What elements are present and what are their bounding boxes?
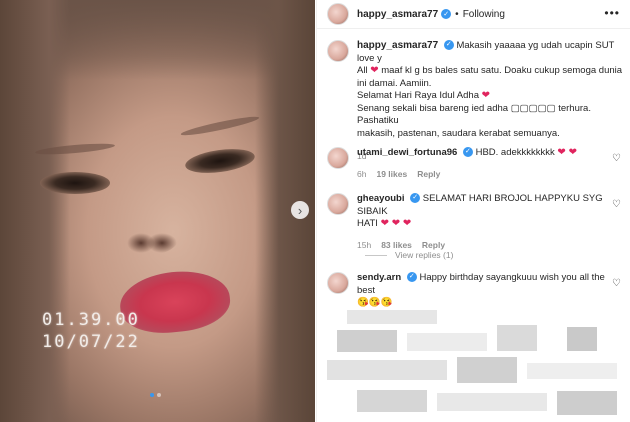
heart-emoji-icon: ❤ [481, 90, 491, 101]
following-button[interactable]: Following [463, 9, 505, 20]
verified-badge-icon: ✓ [462, 147, 473, 158]
carousel-dots [150, 393, 161, 397]
like-heart-icon[interactable]: ♡ [612, 199, 621, 210]
commenter-username[interactable]: gheayoubi [357, 193, 405, 204]
caption-line-5: Senang sekali bisa bareng ied adha ▢▢▢▢▢… [357, 102, 591, 127]
comment-item: sendy.arn ✓ Happy birthday sayangkuuu wi… [327, 272, 625, 310]
heart-emoji-icon: ❤ [370, 65, 379, 76]
blur-block [327, 360, 447, 380]
author-username[interactable]: happy_asmara77 [357, 9, 438, 20]
comment-text-2: HATI [357, 218, 378, 229]
verified-badge-icon: ✓ [406, 272, 417, 283]
photo-nose [120, 215, 180, 255]
heart-emoji-icon: ❤ ❤ [557, 147, 577, 158]
blur-block [357, 390, 427, 412]
photo-time-stamp: 01.39.00 [42, 310, 140, 330]
post-header: happy_asmara77 ✓ • Following ••• [317, 0, 630, 29]
comment-time: 6h [357, 168, 367, 179]
view-replies-line [365, 254, 387, 256]
photo-date-stamp: 10/07/22 [42, 332, 140, 352]
post-photo[interactable]: 01.39.00 10/07/22 › [0, 0, 315, 422]
photo-brow-right [180, 113, 260, 139]
photo-eye-right [183, 145, 257, 177]
comment-likes[interactable]: 19 likes [376, 168, 407, 181]
caption-username[interactable]: happy_asmara77 [357, 40, 438, 51]
commenter-avatar[interactable] [327, 193, 349, 215]
caption-line-2b: maaf kl g bs bales satu satu. Doaku cuku… [381, 65, 623, 76]
carousel-dot-active [150, 393, 154, 397]
like-heart-icon[interactable]: ♡ [612, 153, 621, 164]
caption-line-6: makasih, pastenan, saudara kerabat semua… [357, 127, 560, 139]
author-avatar[interactable] [327, 3, 349, 25]
heart-emoji-icon: ❤ ❤ ❤ [380, 218, 412, 229]
verified-badge-icon: ✓ [410, 193, 421, 204]
verified-badge-icon: ✓ [441, 9, 452, 19]
view-replies-label: View replies (1) [395, 250, 454, 260]
reply-button[interactable]: Reply [417, 168, 440, 181]
blur-block [527, 363, 617, 379]
comment-text: HBD. adekkkkkkkk [475, 147, 555, 158]
more-options-icon[interactable]: ••• [604, 6, 620, 20]
censored-blur-area [317, 305, 630, 422]
commenter-avatar[interactable] [327, 147, 349, 169]
commenter-avatar[interactable] [327, 272, 349, 294]
blur-block [497, 325, 537, 351]
blur-block [437, 393, 547, 411]
blur-block [567, 327, 597, 351]
photo-eye-left [40, 172, 110, 194]
commenter-username[interactable]: utami_dewi_fortuna96 [357, 147, 457, 158]
caption-line-3: ini damai. Aamiin. [357, 77, 432, 89]
commenter-username[interactable]: sendy.arn [357, 272, 401, 283]
like-heart-icon[interactable]: ♡ [612, 278, 621, 289]
caption-line-2: All [357, 65, 368, 76]
view-replies-button[interactable]: View replies (1) [365, 250, 453, 260]
verified-badge-icon: ✓ [443, 40, 454, 51]
blur-block [337, 330, 397, 352]
header-separator: • [455, 8, 459, 20]
comment-item: gheayoubi ✓ SELAMAT HARI BROJOL HAPPYKU … [327, 193, 625, 251]
caption-line-4: Selamat Hari Raya Idul Adha [357, 90, 479, 101]
carousel-dot [157, 393, 161, 397]
post-side-panel: happy_asmara77 ✓ • Following ••• happy_a… [316, 0, 630, 422]
blur-block [557, 391, 617, 415]
blur-block [347, 310, 437, 324]
blur-block [457, 357, 517, 383]
blur-block [407, 333, 487, 351]
chevron-right-icon[interactable]: › [291, 201, 309, 219]
comment-item: utami_dewi_fortuna96 ✓ HBD. adekkkkkkkk … [327, 147, 625, 180]
post-caption: happy_asmara77 ✓ Makasih yaaaaa yg udah … [327, 40, 625, 163]
caption-avatar[interactable] [327, 40, 349, 62]
photo-hair-left [0, 0, 70, 422]
